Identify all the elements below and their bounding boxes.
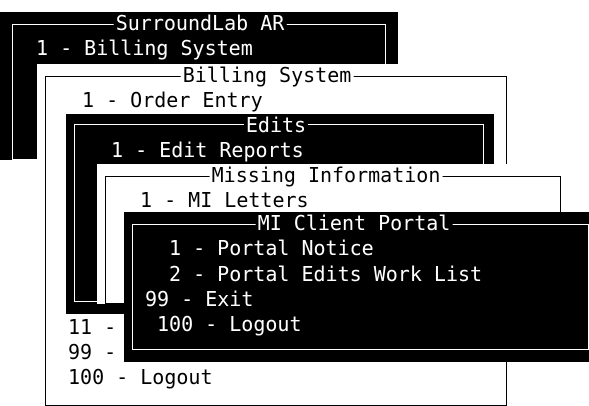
mi-client-portal-window: MI Client Portal 1 - Portal Notice 2 - P… <box>124 212 589 362</box>
menu-item-order-entry[interactable]: 1 - Order Entry <box>82 89 263 111</box>
menu-item-portal-edits-work-list[interactable]: 2 - Portal Edits Work List <box>169 263 482 285</box>
edits-title: Edits <box>243 113 309 137</box>
missing-info-title: Missing Information <box>209 163 443 187</box>
menu-item-logout-portal[interactable]: 100 - Logout <box>157 313 302 335</box>
menu-item-exit[interactable]: 99 - Exit <box>145 288 253 310</box>
menu-item-portal-notice[interactable]: 1 - Portal Notice <box>169 237 374 259</box>
menu-item-11[interactable]: 11 - <box>68 316 116 338</box>
menu-item-edit-reports[interactable]: 1 - Edit Reports <box>111 139 304 161</box>
billing-title: Billing System <box>180 63 354 87</box>
menu-item-99[interactable]: 99 - <box>68 341 116 363</box>
menu-item-logout-billing[interactable]: 100 - Logout <box>68 366 213 388</box>
surroundlab-title: SurroundLab AR <box>113 11 287 35</box>
mi-client-portal-title: MI Client Portal <box>255 211 453 235</box>
menu-item-mi-letters[interactable]: 1 - MI Letters <box>140 189 309 211</box>
menu-item-billing-system[interactable]: 1 - Billing System <box>36 37 253 59</box>
